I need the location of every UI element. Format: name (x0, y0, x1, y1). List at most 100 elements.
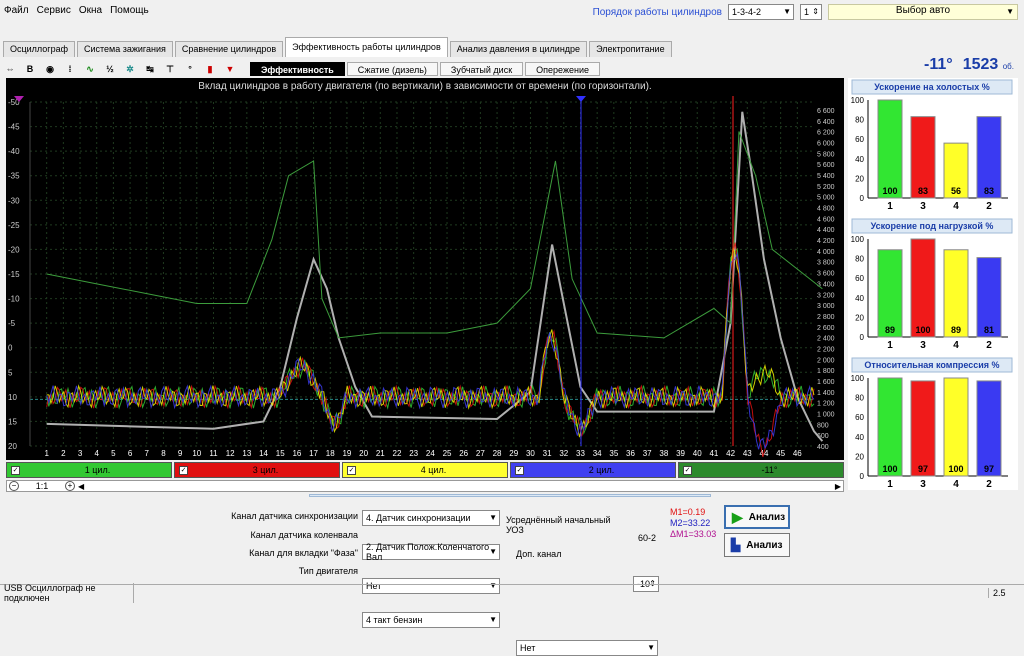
channel-3-label: 3 цил. (252, 465, 279, 475)
scale-icon[interactable]: ↹ (143, 62, 157, 76)
right-tick-label: 4 200 (817, 238, 835, 245)
funnel-icon[interactable]: ▼ (223, 62, 237, 76)
channel-angle[interactable]: ✓ -11° (678, 462, 844, 478)
rpm-readout: -11° 1523 об. (924, 56, 1014, 74)
right-tick-label: 400 (817, 444, 829, 451)
tab-pressure-analysis[interactable]: Анализ давления в цилиндре (449, 41, 588, 57)
bold-b-icon[interactable]: B (23, 62, 37, 76)
panel-tick-label: 0 (860, 194, 865, 203)
panel-tick-label: 80 (855, 394, 864, 403)
menu-file[interactable]: Файл (4, 5, 29, 16)
bar-category-label: 2 (986, 340, 992, 351)
bar-category-label: 3 (920, 201, 926, 212)
zoom-in-icon[interactable]: + (65, 481, 75, 491)
x-tick-label: 41 (709, 449, 718, 458)
checkbox-icon[interactable]: ✓ (179, 465, 188, 475)
x-tick-label: 39 (676, 449, 685, 458)
scroll-right-icon[interactable]: ▶ (835, 482, 841, 491)
panel-tick-label: 60 (855, 413, 864, 422)
engine-type-label: Тип двигателя (298, 566, 358, 576)
channel-2[interactable]: ✓ 2 цил. (510, 462, 676, 478)
filter-icon[interactable]: ⊤ (163, 62, 177, 76)
x-tick-label: 8 (161, 449, 166, 458)
x-tick-label: 14 (259, 449, 268, 458)
car-select[interactable]: Выбор авто ▼ (828, 4, 1018, 20)
oscilloscope-svg[interactable]: 1 2 3 4 5 6 7 8 9 10 11 12 13 14 15 16 17 18 19 20 21 22 23 24 2… (6, 78, 844, 460)
engine-type-select[interactable]: 4 такт бензин ▼ (362, 612, 500, 628)
menu-service[interactable]: Сервис (37, 5, 71, 16)
subtab-efficiency[interactable]: Эффективность (250, 62, 345, 76)
x-tick-label: 5 (111, 449, 116, 458)
right-tick-label: 5 400 (817, 173, 835, 180)
oscilloscope-chart[interactable]: 1 2 3 4 5 6 7 8 9 10 11 12 13 14 15 16 17 18 19 20 21 22 23 24 2… (6, 78, 844, 460)
tab-ignition[interactable]: Система зажигания (77, 41, 173, 57)
channel-strip: ✓ 1 цил. ✓ 3 цил. ✓ 4 цил. ✓ 2 цил. ✓ -11° (6, 462, 844, 478)
marker-readouts: M1=0.19 M2=33.22 ΔM1=33.03 (670, 507, 716, 540)
checkbox-icon[interactable]: ✓ (683, 465, 692, 475)
zoom-scrollbar[interactable]: − 1:1 + ◀ ▶ (6, 480, 844, 492)
bar-category-label: 2 (986, 479, 992, 490)
y-tick-label: -25 (8, 221, 20, 230)
channel-1[interactable]: ✓ 1 цил. (6, 462, 172, 478)
subtab-compression-diesel[interactable]: Сжатие (дизель) (346, 62, 438, 76)
x-tick-label: 21 (376, 449, 385, 458)
checkbox-icon[interactable]: ✓ (11, 465, 20, 475)
tab-power-supply[interactable]: Электропитание (589, 41, 672, 57)
x-tick-label: 36 (626, 449, 635, 458)
bar (943, 377, 969, 477)
right-tick-label: 1 400 (817, 390, 835, 397)
main-tabs: Осциллограф Система зажигания Сравнение … (3, 37, 672, 57)
splitter-handle[interactable] (309, 494, 711, 497)
analyze-button-label: Анализ (748, 511, 786, 523)
wave-icon[interactable]: ∿ (83, 62, 97, 76)
rpm-unit: об. (1002, 62, 1014, 71)
tab-oscilloscope[interactable]: Осциллограф (3, 41, 75, 57)
sync-channel-select[interactable]: 4. Датчик синхронизации ▼ (362, 510, 500, 526)
right-tick-label: 4 400 (817, 227, 835, 234)
tab-cylinder-efficiency[interactable]: Эффективность работы цилиндров (285, 37, 448, 57)
bar (877, 99, 903, 199)
cylinder-order-select[interactable]: 1-3-4-2 ▼ (728, 4, 794, 20)
degree-icon[interactable]: ° (183, 62, 197, 76)
extra-channel-select[interactable]: Нет ▼ (516, 640, 658, 656)
subtab-gear-disk[interactable]: Зубчатый диск (439, 62, 524, 76)
m1-readout: M1=0.19 (670, 507, 706, 517)
crank-channel-select[interactable]: 2. Датчик Полож.Коленчатого Вал ▼ (362, 542, 500, 562)
bar-category-label: 2 (986, 201, 992, 212)
checkbox-icon[interactable]: ✓ (347, 465, 356, 475)
crank-channel-value: 2. Датчик Полож.Коленчатого Вал (366, 542, 490, 562)
panel-title: Относительная компрессия % (864, 360, 999, 370)
analyze-button[interactable]: ▶ Анализ (724, 505, 790, 529)
bars-icon[interactable]: ▮ (203, 62, 217, 76)
x-tick-label: 23 (409, 449, 418, 458)
right-tick-label: 1 200 (817, 401, 835, 408)
scroll-left-icon[interactable]: ◀ (78, 482, 84, 491)
rpm-icon[interactable]: ◉ (43, 62, 57, 76)
bar-category-label: 1 (887, 201, 893, 212)
x-tick-label: 31 (543, 449, 552, 458)
cylinder-number-stepper[interactable]: 1 ⇕ (800, 4, 822, 20)
right-tick-label: 1 000 (817, 411, 835, 418)
zoom-out-icon[interactable]: − (9, 481, 19, 491)
right-tick-label: 2 400 (817, 336, 835, 343)
x-tick-label: 19 (342, 449, 351, 458)
menu-help[interactable]: Помощь (110, 5, 149, 16)
subtab-advance[interactable]: Опережение (525, 62, 600, 76)
tab-cylinder-compare[interactable]: Сравнение цилиндров (174, 41, 284, 57)
right-tick-label: 4 000 (817, 249, 835, 256)
channel-4[interactable]: ✓ 4 цил. (342, 462, 508, 478)
algo-icon[interactable]: ½ (103, 62, 117, 76)
menu-windows[interactable]: Окна (79, 5, 102, 16)
panel-tick-label: 40 (855, 155, 864, 164)
analyze-bars-button[interactable]: ▙ Анализ (724, 533, 790, 557)
analyze-bars-button-label: Анализ (746, 539, 783, 551)
sync-icon[interactable]: ✲ (123, 62, 137, 76)
right-tick-label: 3 000 (817, 303, 835, 310)
cursor-tool-icon[interactable]: ⇔ (3, 62, 17, 76)
right-tick-label: 6 000 (817, 141, 835, 148)
marker-icon[interactable]: ⁞ (63, 62, 77, 76)
checkbox-icon[interactable]: ✓ (515, 465, 524, 475)
channel-3[interactable]: ✓ 3 цил. (174, 462, 340, 478)
bar-value-label: 100 (882, 186, 897, 196)
x-tick-label: 15 (276, 449, 285, 458)
